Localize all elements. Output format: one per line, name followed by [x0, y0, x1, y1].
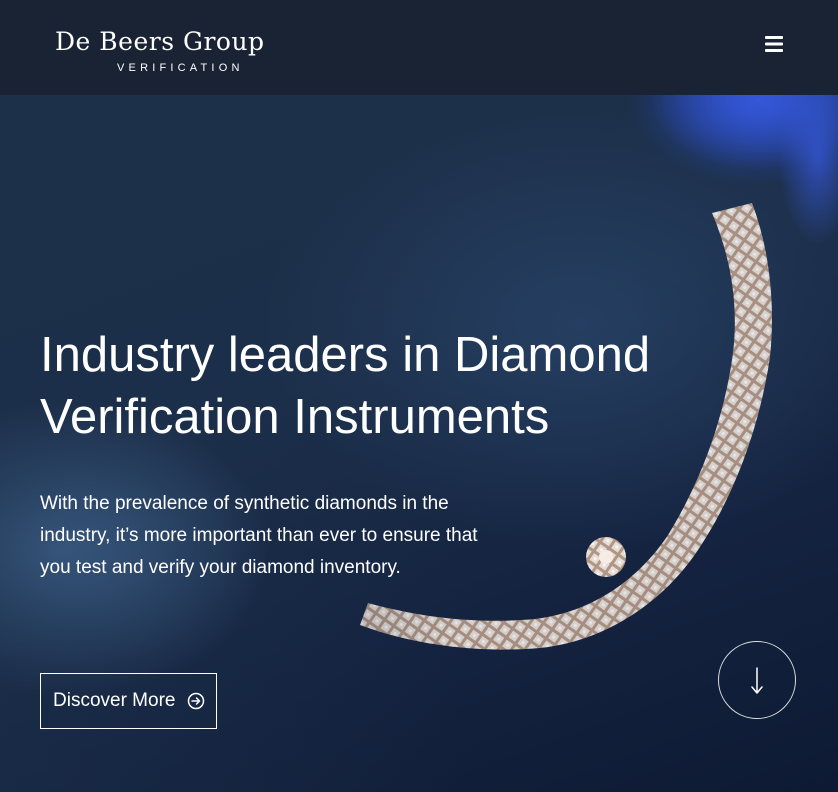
logo-wordmark: De Beers Group — [55, 27, 265, 56]
hero-description: With the prevalence of synthetic diamond… — [40, 493, 478, 578]
hero-title: Industry leaders in Diamond Verification… — [40, 328, 651, 444]
logo-subtitle: VERIFICATION — [117, 62, 244, 74]
discover-more-button[interactable]: Discover More — [40, 673, 217, 729]
discover-more-label: Discover More — [53, 690, 176, 711]
menu-button[interactable] — [762, 34, 786, 54]
arrow-right-circle-icon — [188, 692, 205, 710]
site-header: De Beers Group VERIFICATION — [0, 0, 838, 95]
hamburger-menu-icon — [765, 36, 783, 52]
arrow-down-icon — [751, 667, 763, 694]
de-beers-logo[interactable]: De Beers Group VERIFICATION — [55, 27, 315, 75]
scroll-down-button[interactable] — [718, 641, 796, 719]
